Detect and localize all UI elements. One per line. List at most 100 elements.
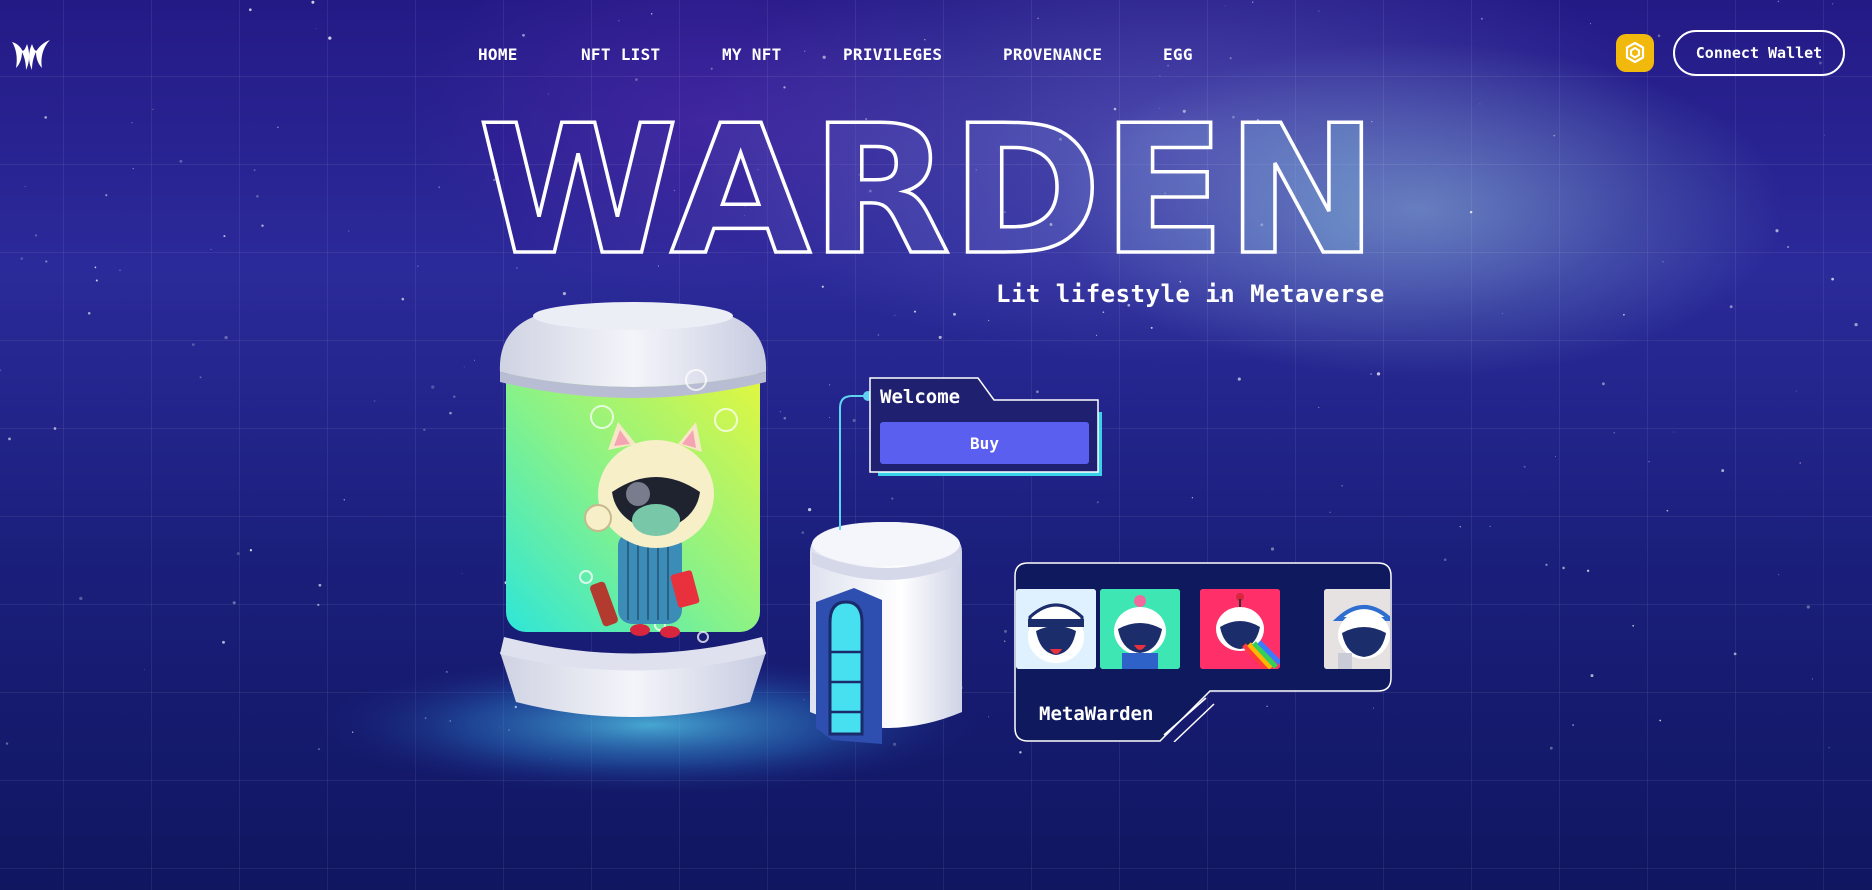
star (317, 603, 320, 607)
star (0, 369, 2, 372)
small-capsule-illustration (810, 522, 962, 744)
star (650, 13, 653, 15)
star (1613, 432, 1615, 434)
star (431, 385, 435, 389)
star (248, 8, 252, 12)
star (1648, 461, 1650, 463)
star (1318, 406, 1320, 409)
star (53, 427, 57, 430)
star (1572, 724, 1575, 726)
star (1662, 261, 1664, 263)
bnb-chain-icon (1625, 41, 1645, 64)
buy-button[interactable]: Buy (880, 422, 1089, 464)
star (1778, 574, 1780, 576)
star (94, 266, 97, 269)
star (1096, 334, 1098, 336)
star (463, 366, 465, 368)
star (417, 265, 419, 267)
star (131, 122, 133, 124)
star (5, 742, 9, 745)
nav-item-egg[interactable]: EGG (1163, 45, 1203, 64)
star (635, 78, 638, 81)
star (45, 260, 48, 263)
nav-item-privileges[interactable]: PRIVILEGES (843, 45, 1003, 64)
star (1586, 569, 1590, 572)
star (1469, 210, 1473, 214)
star (779, 410, 782, 413)
star (938, 335, 942, 339)
star (547, 93, 549, 95)
nft-thumbnail-3[interactable] (1200, 589, 1280, 669)
star (1623, 313, 1625, 316)
star (152, 108, 154, 110)
star (1554, 456, 1556, 458)
star (891, 497, 894, 500)
star (1004, 629, 1007, 633)
star (87, 312, 91, 315)
star (1657, 34, 1661, 38)
nft-thumbnail-2[interactable] (1100, 589, 1180, 669)
star (1480, 17, 1483, 20)
star (179, 159, 183, 163)
bnb-chain-button[interactable] (1616, 34, 1654, 72)
star (1799, 462, 1802, 464)
nav-item-nft-list[interactable]: NFT LIST (581, 45, 722, 64)
star (8, 437, 11, 441)
collection-title: MetaWarden (1039, 703, 1154, 725)
star (1632, 624, 1635, 627)
star (1673, 431, 1675, 433)
star (1037, 17, 1039, 20)
star (191, 343, 195, 346)
star (783, 86, 786, 89)
star (343, 499, 345, 501)
star (348, 230, 350, 232)
star (79, 596, 83, 601)
star (1270, 547, 1275, 551)
nft-thumbnail-4[interactable] (1324, 589, 1390, 669)
star (1523, 465, 1526, 468)
star (236, 552, 240, 556)
star (1501, 312, 1504, 314)
star (423, 428, 426, 431)
star (261, 224, 264, 227)
star (119, 269, 121, 271)
nav-item-my-nft[interactable]: MY NFT (722, 45, 843, 64)
star (224, 335, 228, 340)
star (1795, 390, 1797, 392)
star (1341, 485, 1343, 487)
star (1549, 746, 1553, 750)
connect-wallet-button[interactable]: Connect Wallet (1673, 30, 1845, 76)
star (256, 195, 259, 198)
star (1191, 497, 1194, 499)
star (132, 168, 134, 170)
star (1590, 674, 1594, 678)
star (1831, 277, 1834, 281)
nav-item-home[interactable]: HOME (478, 45, 581, 64)
star (953, 312, 956, 316)
star (1562, 566, 1565, 570)
nft-capsule-illustration (499, 302, 767, 717)
warden-logo-icon[interactable] (10, 34, 52, 74)
star (924, 38, 926, 41)
star (1459, 526, 1461, 528)
star (105, 194, 108, 197)
main-nav: HOME NFT LIST MY NFT PRIVILEGES PROVENAN… (478, 45, 1203, 64)
star (1318, 10, 1320, 12)
star (1777, 0, 1780, 3)
star (1252, 1, 1254, 3)
hero-tagline: Lit lifestyle in Metaverse (996, 280, 1385, 308)
star (143, 669, 145, 671)
star (1811, 678, 1814, 680)
star (44, 116, 48, 119)
star (1237, 377, 1241, 381)
star (1733, 652, 1737, 656)
star (1329, 511, 1331, 513)
star (829, 384, 831, 386)
star (877, 334, 880, 336)
star (807, 507, 812, 512)
nft-thumbnail-1[interactable] (1016, 589, 1096, 669)
nav-item-provenance[interactable]: PROVENANCE (1003, 45, 1163, 64)
rainbow-warden-avatar (1200, 589, 1280, 669)
captain-warden-avatar (1016, 589, 1096, 669)
star (438, 186, 441, 189)
